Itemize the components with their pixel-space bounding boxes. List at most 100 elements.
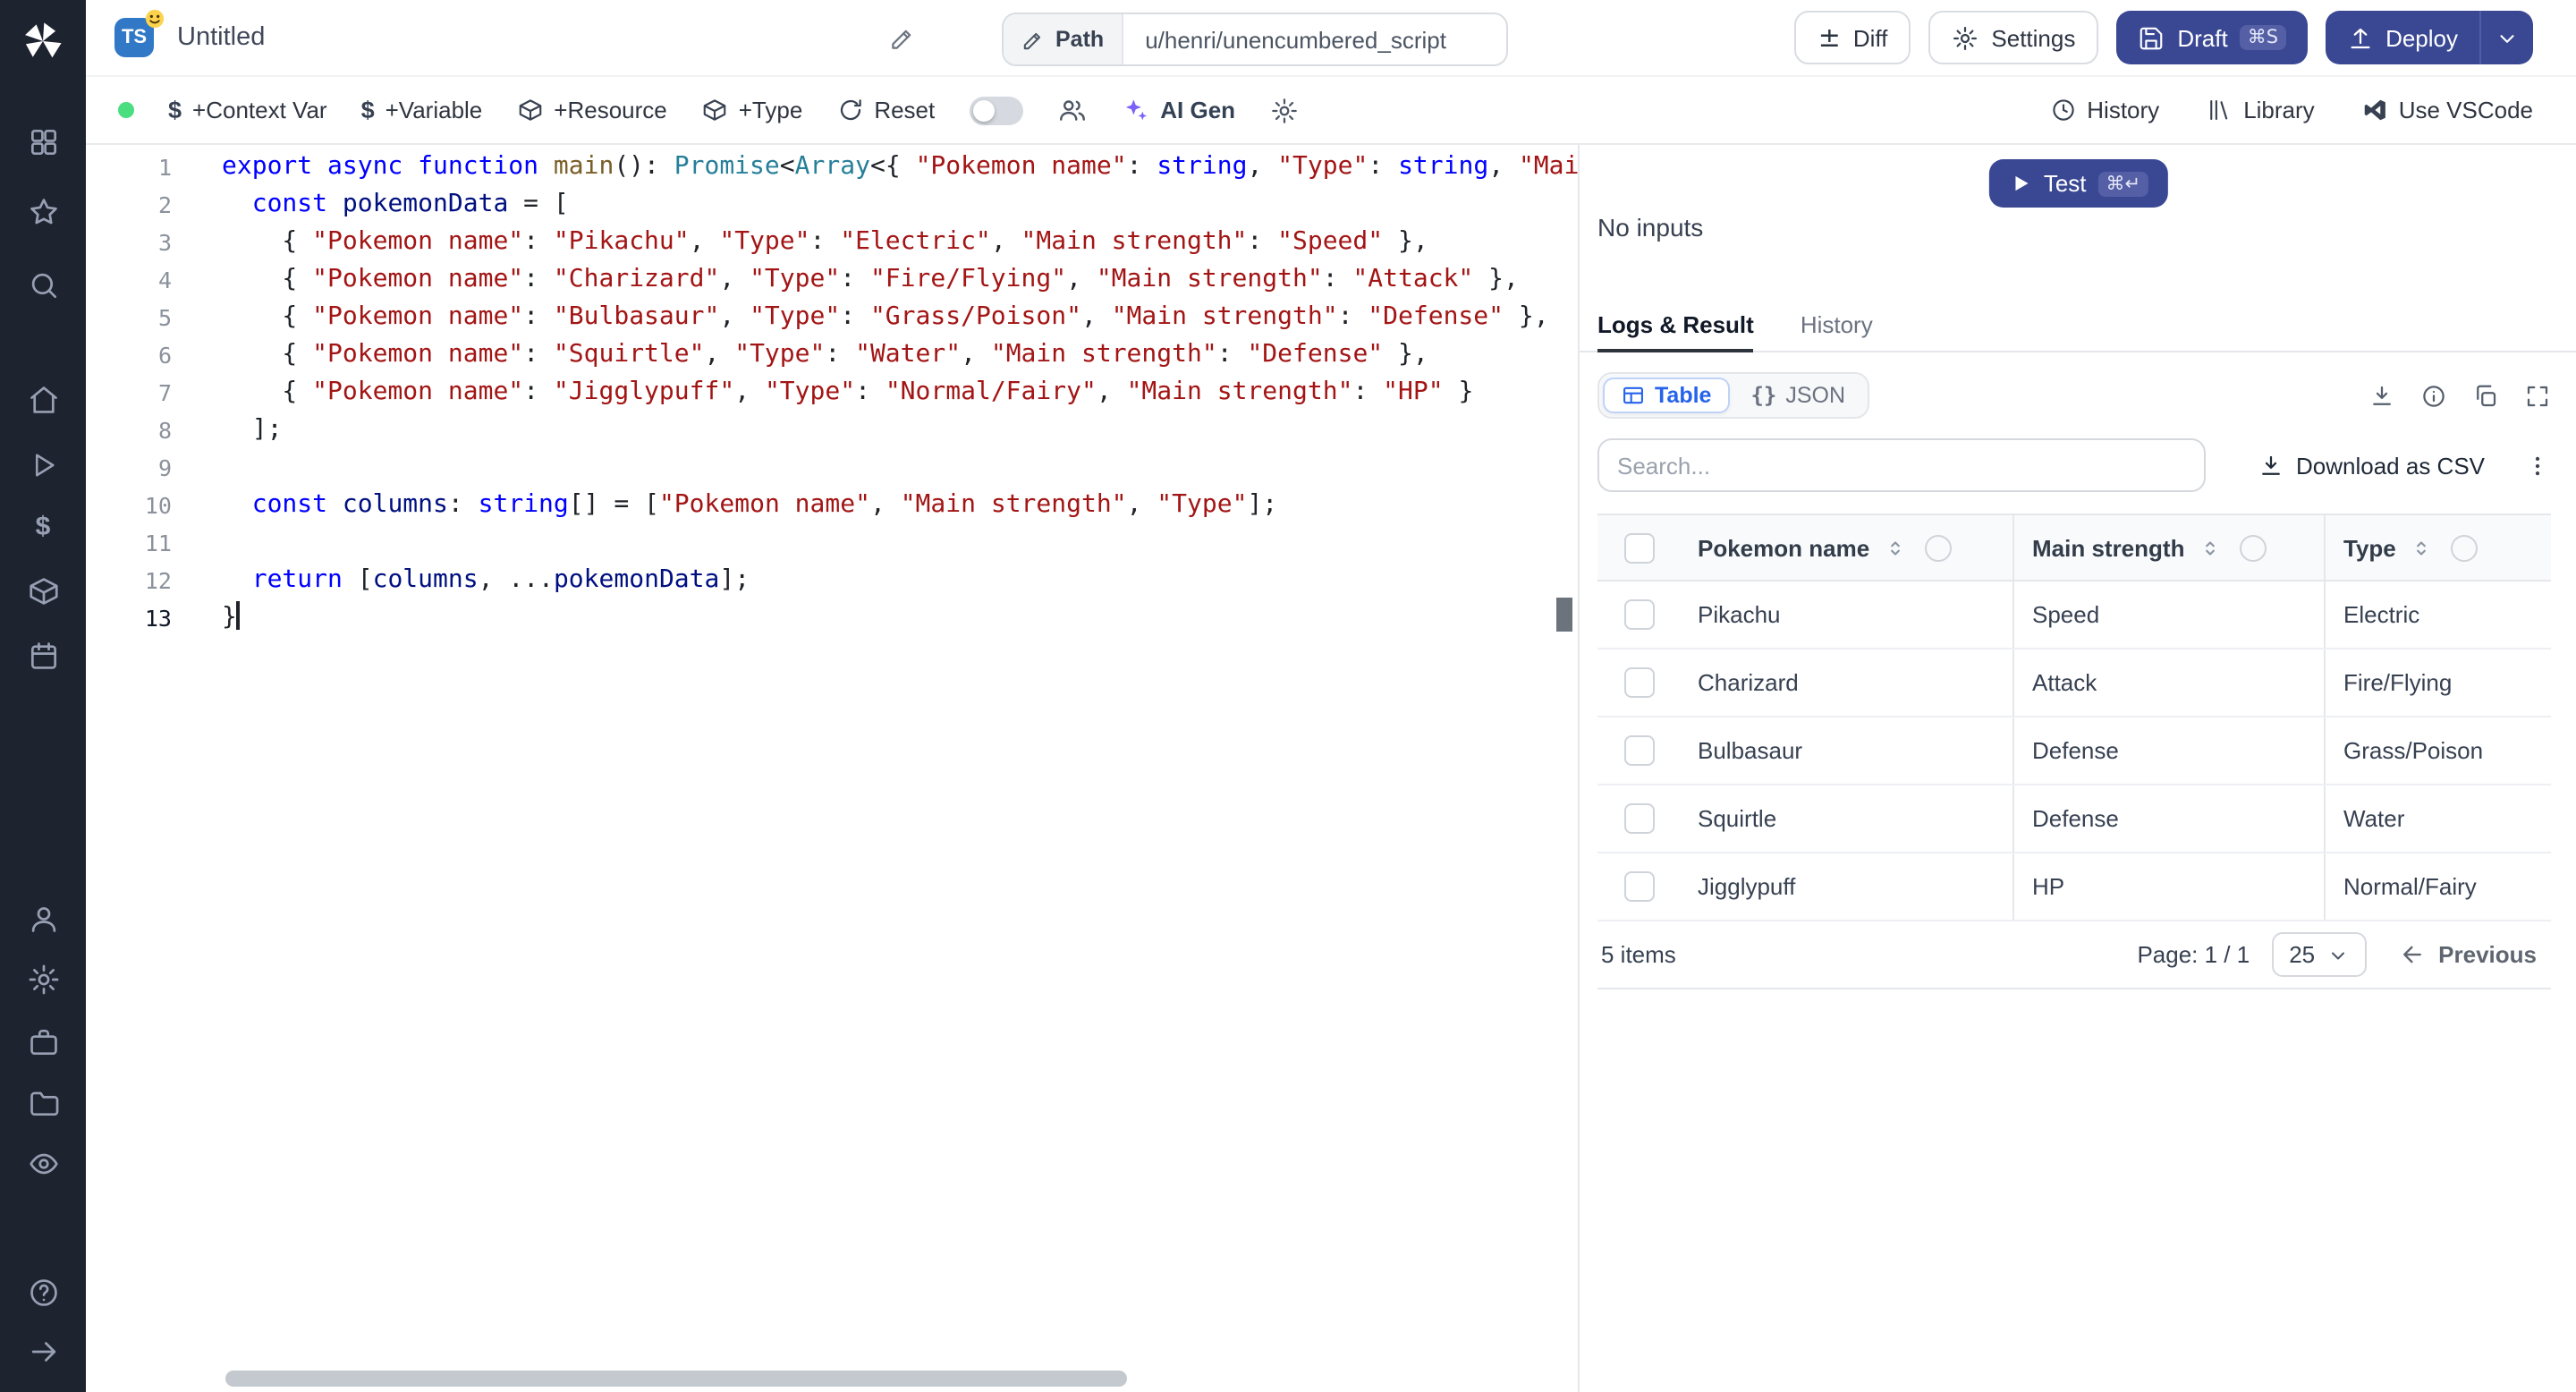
sidebar-item-variables[interactable]: $ [0, 512, 86, 542]
code-line[interactable]: 12 return [columns, ...pokemonData]; [86, 562, 1578, 599]
sort-icon[interactable] [1884, 536, 1907, 559]
column-header-pokemon-name[interactable]: Pokemon name [1680, 515, 2012, 580]
row-checkbox[interactable] [1623, 667, 1654, 698]
history-button[interactable]: History [2049, 97, 2159, 123]
library-button[interactable]: Library [2206, 97, 2315, 123]
download-icon[interactable] [2368, 382, 2395, 409]
deploy-dropdown-button[interactable] [2479, 11, 2533, 64]
edit-title-icon[interactable] [889, 24, 916, 51]
reset-button[interactable]: Reset [836, 97, 935, 123]
search-input[interactable] [1597, 438, 2206, 492]
sidebar-item-search[interactable] [0, 268, 86, 302]
sidebar-item-folders[interactable] [0, 1086, 86, 1120]
add-context-var-label: +Context Var [192, 97, 327, 123]
select-all-checkbox[interactable] [1623, 532, 1654, 563]
code-line[interactable]: 9 [86, 449, 1578, 487]
multiplayer-toggle[interactable] [969, 96, 1023, 124]
sidebar-item-resources[interactable] [0, 574, 86, 608]
view-table-button[interactable]: Table [1603, 378, 1730, 413]
view-toggle: Table {} JSON [1597, 372, 1869, 419]
row-checkbox[interactable] [1623, 599, 1654, 630]
add-type-button[interactable]: +Type [701, 97, 802, 123]
line-number: 3 [157, 229, 172, 256]
code-line[interactable]: 5 { "Pokemon name": "Bulbasaur", "Type":… [86, 299, 1578, 336]
cell-type: Normal/Fairy [2324, 853, 2551, 920]
sidebar-item-runs[interactable] [0, 449, 86, 481]
column-header-main-strength[interactable]: Main strength [2012, 515, 2324, 580]
sidebar-item-apps[interactable] [0, 125, 86, 159]
code-line[interactable]: 6 { "Pokemon name": "Squirtle", "Type": … [86, 336, 1578, 374]
code-line[interactable]: 10 const columns: string[] = ["Pokemon n… [86, 487, 1578, 524]
help-icon[interactable] [0, 1276, 86, 1310]
row-checkbox[interactable] [1623, 871, 1654, 902]
draft-button[interactable]: Draft ⌘S [2116, 11, 2308, 64]
more-options-icon[interactable] [2524, 452, 2551, 479]
windmill-logo[interactable] [0, 18, 86, 64]
column-header-type[interactable]: Type [2324, 515, 2551, 580]
column-toggle-icon[interactable] [1925, 534, 1953, 561]
result-body: Table {} JSON Search... Download as CSV … [1580, 352, 2576, 1392]
search-row: Download as CSV [1597, 438, 2551, 492]
code-line[interactable]: 3 { "Pokemon name": "Pikachu", "Type": "… [86, 224, 1578, 261]
tab-history[interactable]: History [1801, 297, 1873, 351]
sidebar-item-workers[interactable] [0, 1025, 86, 1059]
history-label: History [2087, 97, 2160, 123]
result-tabs: Logs & Result History [1580, 297, 2576, 352]
use-vscode-button[interactable]: Use VSCode [2361, 97, 2533, 123]
column-toggle-icon[interactable] [2240, 534, 2267, 561]
cell-main-strength: Defense [2012, 717, 2324, 784]
table-row[interactable]: Pikachu Speed Electric [1597, 581, 2551, 649]
table-row[interactable]: Charizard Attack Fire/Flying [1597, 649, 2551, 717]
previous-label: Previous [2438, 941, 2537, 968]
sort-icon[interactable] [2411, 536, 2434, 559]
code-editor[interactable]: 1 export async function main(): Promise<A… [86, 145, 1578, 1392]
ai-gen-button[interactable]: AI Gen [1121, 96, 1235, 124]
sidebar-item-schedules[interactable] [0, 639, 86, 673]
expand-sidebar-icon[interactable] [0, 1335, 86, 1369]
editor-settings-icon[interactable] [1269, 96, 1298, 124]
sidebar-item-home[interactable] [0, 383, 86, 417]
code-line[interactable]: 11 [86, 524, 1578, 562]
sidebar: $ [0, 0, 86, 1392]
test-label: Test [2043, 170, 2087, 197]
row-checkbox[interactable] [1623, 735, 1654, 766]
table-row[interactable]: Jigglypuff HP Normal/Fairy [1597, 853, 2551, 921]
sidebar-item-audit-logs[interactable] [0, 1147, 86, 1181]
table-row[interactable]: Squirtle Defense Water [1597, 785, 2551, 853]
info-icon[interactable] [2420, 382, 2447, 409]
sidebar-item-favorites[interactable] [0, 195, 86, 229]
path-field[interactable]: Path u/henri/unencumbered_script [1002, 13, 1509, 66]
deploy-icon [2346, 24, 2373, 51]
expand-icon[interactable] [2524, 382, 2551, 409]
cell-pokemon-name: Bulbasaur [1698, 737, 1803, 764]
script-title[interactable]: Untitled [177, 23, 265, 52]
code-line[interactable]: 13} [86, 599, 1578, 637]
code-line[interactable]: 4 { "Pokemon name": "Charizard", "Type":… [86, 261, 1578, 299]
copy-icon[interactable] [2472, 382, 2499, 409]
deploy-button[interactable]: Deploy [2325, 11, 2479, 64]
collaborators-icon[interactable] [1056, 95, 1087, 125]
column-toggle-icon[interactable] [2451, 534, 2479, 561]
test-button[interactable]: Test ⌘↵ [1987, 159, 2168, 208]
editor-horizontal-scrollbar[interactable] [225, 1371, 1127, 1387]
code-line[interactable]: 7 { "Pokemon name": "Jigglypuff", "Type"… [86, 374, 1578, 412]
page-size-select[interactable]: 25 [2271, 932, 2368, 977]
sidebar-item-settings[interactable] [0, 963, 86, 997]
code-line[interactable]: 2 const pokemonData = [ [86, 186, 1578, 224]
sort-icon[interactable] [2199, 536, 2222, 559]
previous-page-button[interactable]: Previous [2388, 939, 2547, 970]
download-csv-button[interactable]: Download as CSV [2246, 450, 2496, 480]
tab-logs-result[interactable]: Logs & Result [1597, 297, 1755, 352]
diff-button[interactable]: ± Diff [1794, 11, 1911, 64]
code-line[interactable]: 8 ]; [86, 412, 1578, 449]
add-context-var-button[interactable]: $ +Context Var [168, 97, 327, 123]
sidebar-item-users[interactable] [0, 902, 86, 936]
code-line[interactable]: 1 export async function main(): Promise<A… [86, 149, 1578, 186]
view-json-button[interactable]: {} JSON [1733, 378, 1863, 413]
add-variable-button[interactable]: $ +Variable [361, 97, 483, 123]
row-checkbox[interactable] [1623, 803, 1654, 834]
settings-button[interactable]: Settings [1928, 11, 2099, 64]
table-row[interactable]: Bulbasaur Defense Grass/Poison [1597, 717, 2551, 785]
add-resource-button[interactable]: +Resource [516, 97, 667, 123]
view-row: Table {} JSON [1597, 370, 2551, 420]
